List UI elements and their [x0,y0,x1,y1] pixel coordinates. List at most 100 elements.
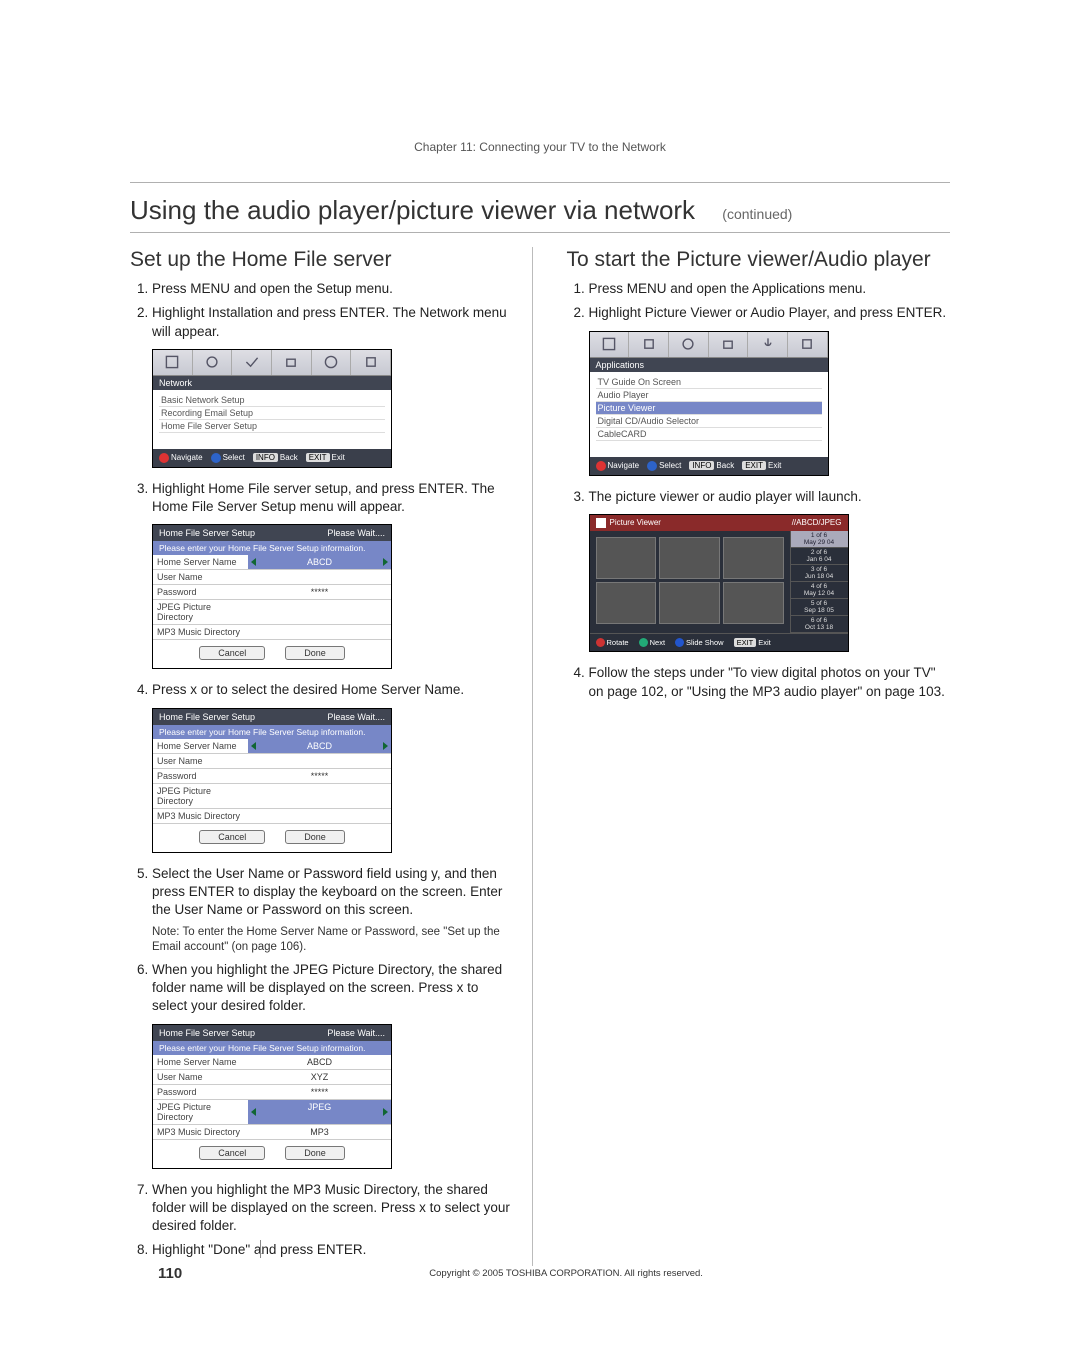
network-item-0: Basic Network Setup [159,394,385,407]
dlg1-sub: Please enter your Home File Server Setup… [153,541,391,555]
dlg1-row-pass-val: ***** [248,585,391,599]
page-number: 110 [158,1265,182,1282]
apps-item-0: TV Guide On Screen [596,376,822,389]
right-step-1: Press MENU and open the Applications men… [589,280,951,298]
tab-icon-3 [232,350,272,375]
dlg2-row-mp3-val [248,809,391,823]
select-badge-icon [211,453,221,463]
right-column: To start the Picture viewer/Audio player… [561,247,951,1266]
red-dot-icon [596,638,605,647]
dlg1-row-mp3-val [248,625,391,639]
pv-thumb [723,537,784,579]
dlg1-row-pass-label: Password [153,585,248,599]
hfs-dialog-2: Home File Server SetupPlease Wait.... Pl… [152,708,392,853]
rule-top [130,182,950,183]
pv-side-cell: 5 of 6Sep 18 05 [791,599,848,616]
right-arrow-icon [383,1108,388,1116]
dlg2-row-user-label: User Name [153,754,248,768]
pv-side-cell: 3 of 6Jun 18 04 [791,565,848,582]
dlg2-row-pass-val: ***** [248,769,391,783]
dlg2-home-text: ABCD [307,741,332,751]
nav-badge-icon [596,461,606,471]
apps-item-4: CableCARD [596,428,822,441]
dlg1-done-button: Done [285,646,345,660]
apps-back-pill: INFO [689,461,714,470]
dlg1-cancel-button: Cancel [199,646,265,660]
dlg2-row-home-val: ABCD [248,739,391,753]
exit-pill: EXIT [306,453,330,462]
network-item-2: Home File Server Setup [159,420,385,433]
apps-tab-icon-6 [788,332,828,357]
camera-icon [596,518,606,528]
left-heading: Set up the Home File server [130,247,514,272]
footer-nav: Navigate [171,453,203,462]
blue-dot-icon [675,638,684,647]
pv-side-cell: 1 of 6May 29 04 [791,531,848,548]
title-continued: (continued) [722,206,792,222]
pv-thumb [596,537,657,579]
dlg3-row-home-label: Home Server Name [153,1055,248,1069]
apps-tab-icon-2 [629,332,669,357]
dlg1-row-jpeg-val [248,600,391,624]
dlg1-home-text: ABCD [307,557,332,567]
dlg3-wait: Please Wait.... [327,1028,385,1038]
pv-exit: Exit [758,638,771,647]
apps-footer: Navigate Select INFOBack EXITExit [590,457,828,475]
right-step-2: Highlight Picture Viewer or Audio Player… [589,304,951,322]
right-steps: Press MENU and open the Applications men… [567,280,951,322]
tab-bar [153,350,391,376]
left-steps-5: Select the User Name or Password field u… [130,865,514,920]
left-steps-3: Highlight Home File server setup, and pr… [130,480,514,516]
dlg3-cancel-button: Cancel [199,1146,265,1160]
dlg2-wait: Please Wait.... [327,712,385,722]
footer-back: Back [280,453,298,462]
right-steps-4: Follow the steps under "To view digital … [567,664,951,700]
apps-exit-pill: EXIT [742,461,766,470]
dlg3-row-mp3-label: MP3 Music Directory [153,1125,248,1139]
network-footer: Navigate Select INFOBack EXITExit [153,449,391,467]
tab-icon-6 [351,350,391,375]
apps-footer-back: Back [716,461,734,470]
network-item-1: Recording Email Setup [159,407,385,420]
left-step-7: When you highlight the MP3 Music Directo… [152,1181,514,1236]
dlg1-row-mp3-label: MP3 Music Directory [153,625,248,639]
dlg1-wait: Please Wait.... [327,528,385,538]
left-step-8: Highlight "Done" and press ENTER. [152,1241,514,1259]
pv-sidebar: 1 of 6May 29 04 2 of 6Jan 6 04 3 of 6Jun… [790,531,848,633]
left-arrow-icon [251,742,256,750]
pv-thumb [596,582,657,624]
chapter-header: Chapter 11: Connecting your TV to the Ne… [130,140,950,154]
dlg2-row-user-val [248,754,391,768]
dlg2-row-jpeg-val [248,784,391,808]
picture-viewer-figure: Picture Viewer //ABCD/JPEG 1 of 6May 29 … [589,514,849,653]
dlg3-row-jpeg-label: JPEG Picture Directory [153,1100,248,1124]
hfs-dialog-3: Home File Server SetupPlease Wait.... Pl… [152,1024,392,1169]
right-steps-3: The picture viewer or audio player will … [567,488,951,506]
left-step-4: Press x or to select the desired Home Se… [152,681,514,699]
left-step-2: Highlight Installation and press ENTER. … [152,304,514,340]
pv-footer: Rotate Next Slide Show EXITExit [590,633,848,652]
network-label: Network [153,376,391,390]
dlg1-row-home-val: ABCD [248,555,391,569]
dlg3-row-pass-label: Password [153,1085,248,1099]
apps-label: Applications [590,358,828,372]
green-dot-icon [639,638,648,647]
dlg2-done-button: Done [285,830,345,844]
applications-menu-figure: Applications TV Guide On Screen Audio Pl… [589,331,829,476]
pv-rotate: Rotate [607,638,629,647]
right-arrow-icon [383,742,388,750]
dlg3-row-pass-val: ***** [248,1085,391,1099]
dlg2-row-home-label: Home Server Name [153,739,248,753]
hfs-dialog-1: Home File Server SetupPlease Wait.... Pl… [152,524,392,669]
apps-footer-nav: Navigate [608,461,640,470]
dlg2-sub: Please enter your Home File Server Setup… [153,725,391,739]
left-steps: Press MENU and open the Setup menu. High… [130,280,514,341]
dlg2-cancel-button: Cancel [199,830,265,844]
dlg1-row-jpeg-label: JPEG Picture Directory [153,600,248,624]
dlg3-row-user-val: XYZ [248,1070,391,1084]
rule-under-title [130,232,950,233]
pv-side-cell: 4 of 6May 12 04 [791,582,848,599]
tab-icon-1 [153,350,193,375]
dlg3-title: Home File Server Setup [159,1028,255,1038]
footer-select: Select [223,453,245,462]
